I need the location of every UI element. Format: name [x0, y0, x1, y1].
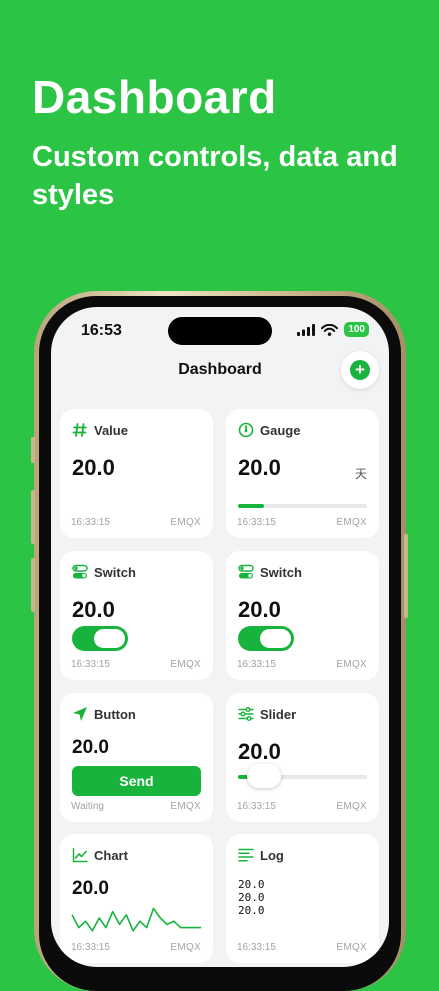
toggle-knob	[94, 629, 125, 648]
card-title: Log	[260, 847, 284, 863]
slider-card[interactable]: Slider 20.0 16:33:15 EMQX	[226, 693, 379, 822]
card-source: EMQX	[170, 942, 201, 953]
line-chart-icon	[72, 847, 88, 863]
card-source: EMQX	[336, 659, 367, 670]
card-source: EMQX	[336, 517, 367, 528]
gauge-unit: 天	[354, 467, 367, 481]
log-card[interactable]: Log 20.0 20.0 20.0 16:33:15 EMQX	[226, 834, 379, 963]
promo-subtitle: Custom controls, data and styles	[32, 141, 398, 211]
plus-icon: +	[350, 360, 370, 380]
wifi-icon	[321, 323, 339, 336]
switch-card[interactable]: Switch 20.0 16:33:15 EMQX	[226, 551, 379, 680]
log-line: 20.0	[238, 878, 265, 891]
card-timestamp: 16:33:15	[237, 942, 276, 953]
toggle-icon	[238, 564, 254, 579]
card-value: 20.0	[238, 597, 281, 622]
card-title: Slider	[260, 706, 297, 722]
card-timestamp: 16:33:15	[71, 517, 110, 528]
signal-icon	[297, 323, 316, 336]
promo-title: Dashboard	[32, 71, 277, 123]
chart-series-line	[71, 907, 201, 932]
sliders-icon	[238, 707, 254, 721]
switch-toggle[interactable]	[238, 626, 294, 651]
card-value: 20.0	[72, 597, 115, 622]
list-icon	[238, 848, 254, 862]
card-title: Value	[94, 422, 128, 438]
add-widget-button[interactable]: +	[341, 351, 379, 389]
gauge-card[interactable]: Gauge 20.0 天 16:33:15 EMQX	[226, 409, 379, 538]
card-timestamp: 16:33:15	[237, 801, 276, 812]
gauge-fill	[238, 504, 264, 508]
card-title: Chart	[94, 847, 128, 863]
nav-title: Dashboard	[178, 361, 262, 378]
button-status: Waiting	[71, 801, 104, 812]
card-source: EMQX	[336, 942, 367, 953]
card-source: EMQX	[170, 659, 201, 670]
card-source: EMQX	[336, 801, 367, 812]
card-timestamp: 16:33:15	[71, 942, 110, 953]
send-icon	[73, 707, 87, 721]
card-value: 20.0	[238, 739, 281, 764]
action-button	[31, 437, 35, 463]
button-card[interactable]: Button 20.0 Send Waiting EMQX	[60, 693, 213, 822]
battery-badge: 100	[344, 322, 369, 337]
toggle-icon	[72, 564, 88, 579]
card-title: Gauge	[260, 422, 301, 438]
send-button[interactable]: Send	[72, 766, 201, 796]
line-chart	[71, 907, 201, 932]
switch-card[interactable]: Switch 20.0 16:33:15 EMQX	[60, 551, 213, 680]
card-value: 20.0	[72, 737, 109, 758]
card-source: EMQX	[170, 517, 201, 528]
card-value: 20.0	[72, 455, 115, 480]
status-icons: 100	[297, 322, 369, 337]
card-title: Switch	[260, 564, 302, 580]
log-line: 20.0	[238, 904, 265, 917]
card-timestamp: 16:33:15	[237, 659, 276, 670]
gauge-track	[238, 504, 367, 508]
log-lines: 20.0 20.0 20.0	[238, 878, 265, 917]
value-card[interactable]: Value 20.0 16:33:15 EMQX	[60, 409, 213, 538]
toggle-knob	[260, 629, 291, 648]
status-time: 16:53	[81, 322, 122, 339]
gauge-icon	[238, 422, 254, 438]
card-value: 20.0	[72, 878, 109, 899]
power-button	[404, 534, 408, 618]
volume-up-button	[31, 490, 35, 544]
card-title: Button	[94, 706, 136, 722]
chart-card[interactable]: Chart 20.0 16:33:15 EMQX	[60, 834, 213, 963]
log-line: 20.0	[238, 891, 265, 904]
slider-thumb[interactable]	[246, 764, 281, 788]
card-timestamp: 16:33:15	[237, 517, 276, 528]
dynamic-island	[168, 317, 272, 345]
card-source: EMQX	[170, 801, 201, 812]
card-timestamp: 16:33:15	[71, 659, 110, 670]
card-title: Switch	[94, 564, 136, 580]
hash-icon	[72, 423, 87, 437]
app-screen: 16:53 100 Dashboard + Value 20.0 16:33:1…	[51, 307, 389, 967]
card-value: 20.0	[238, 455, 281, 480]
volume-down-button	[31, 558, 35, 612]
switch-toggle[interactable]	[72, 626, 128, 651]
